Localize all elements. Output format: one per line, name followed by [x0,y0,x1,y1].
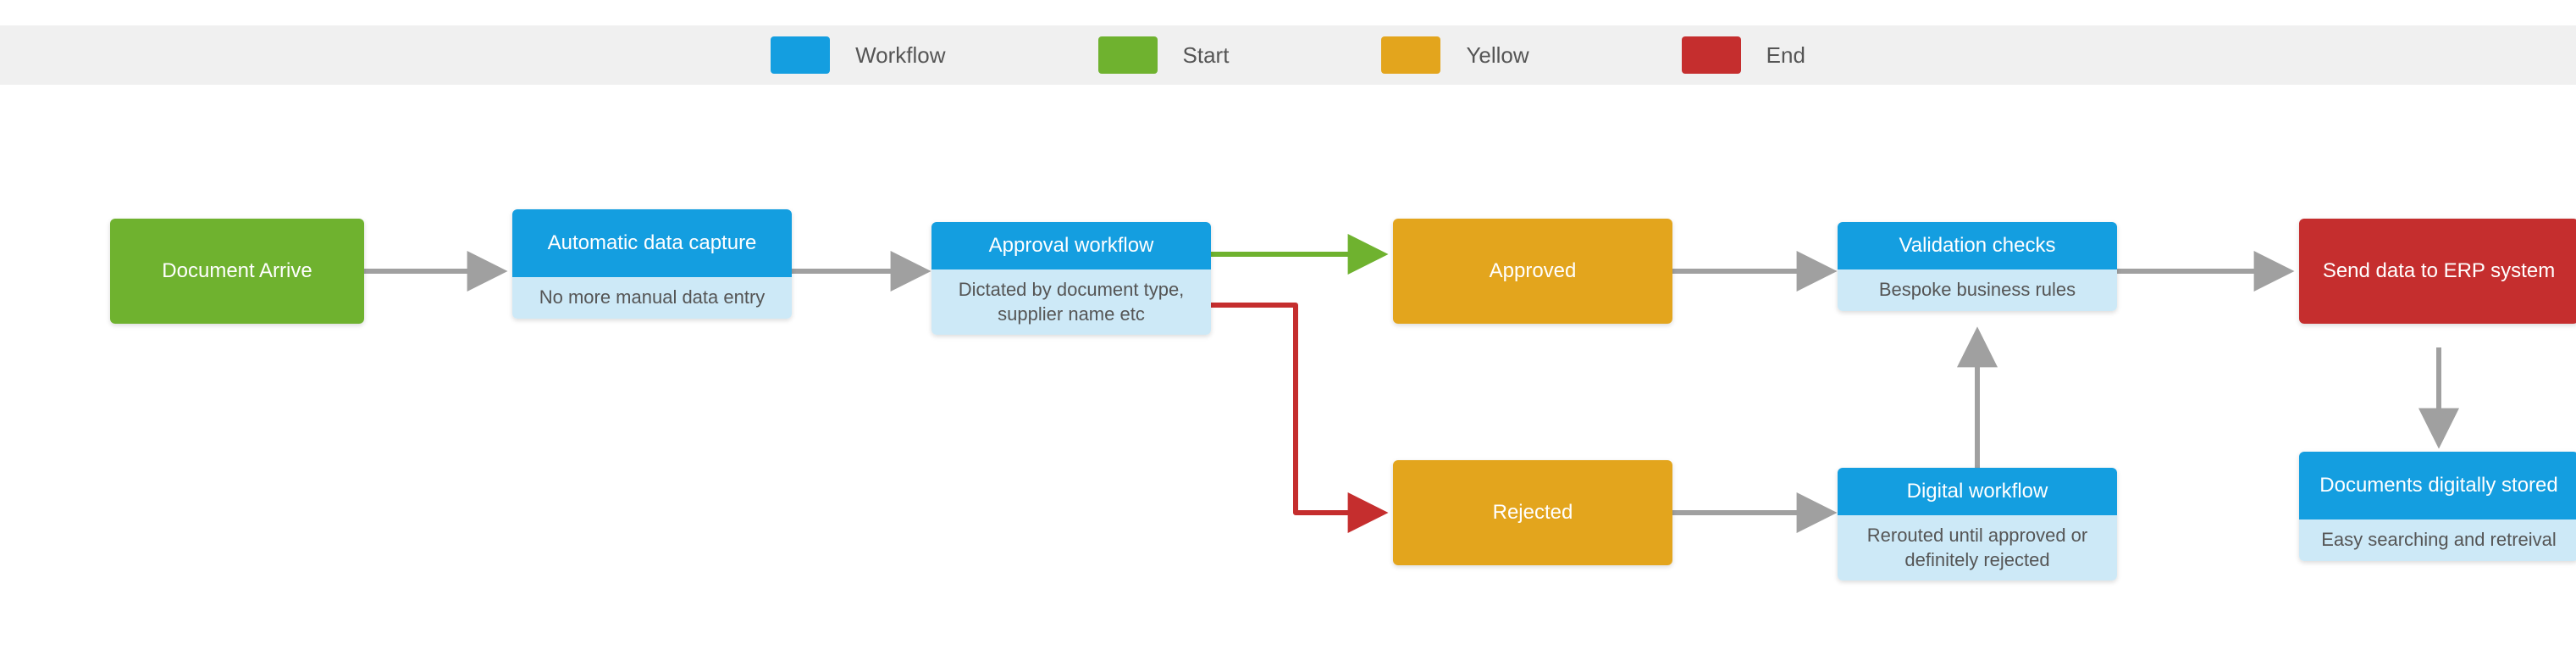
node-title-document-arrive: Document Arrive [110,219,364,324]
legend-label-start: Start [1183,42,1230,69]
legend-item-end: End [1682,36,1805,74]
legend-swatch-workflow [771,36,830,74]
node-send-to-erp: Send data to ERP system [2299,219,2576,324]
node-sub-validation: Bespoke business rules [1838,269,2117,311]
node-title-approved: Approved [1393,219,1672,324]
node-sub-digital: Rerouted until approved or definitely re… [1838,515,2117,581]
node-validation-checks: Validation checks Bespoke business rules [1838,222,2117,311]
legend-label-yellow: Yellow [1466,42,1528,69]
legend-label-workflow: Workflow [855,42,945,69]
edge-approval-rejected [1211,305,1380,513]
node-approval-workflow: Approval workflow Dictated by document t… [931,222,1211,335]
arrows-layer [0,0,2576,650]
node-title-capture: Automatic data capture [512,209,792,277]
legend-label-end: End [1766,42,1805,69]
node-rejected: Rejected [1393,460,1672,565]
node-documents-stored: Documents digitally stored Easy searchin… [2299,452,2576,561]
legend-swatch-yellow [1381,36,1440,74]
node-approved: Approved [1393,219,1672,324]
node-sub-capture: No more manual data entry [512,277,792,319]
legend-swatch-end [1682,36,1741,74]
node-title-stored: Documents digitally stored [2299,452,2576,519]
node-title-approval: Approval workflow [931,222,1211,269]
node-title-rejected: Rejected [1393,460,1672,565]
legend-item-start: Start [1098,36,1230,74]
legend-bar: Workflow Start Yellow End [0,25,2576,85]
node-title-validation: Validation checks [1838,222,2117,269]
node-automatic-data-capture: Automatic data capture No more manual da… [512,209,792,319]
legend-item-workflow: Workflow [771,36,945,74]
node-title-send: Send data to ERP system [2299,219,2576,324]
node-sub-stored: Easy searching and retreival [2299,519,2576,561]
legend-swatch-start [1098,36,1158,74]
node-sub-approval: Dictated by document type, supplier name… [931,269,1211,335]
node-digital-workflow: Digital workflow Rerouted until approved… [1838,468,2117,581]
node-title-digital: Digital workflow [1838,468,2117,515]
legend-item-yellow: Yellow [1381,36,1528,74]
node-document-arrive: Document Arrive [110,219,364,324]
